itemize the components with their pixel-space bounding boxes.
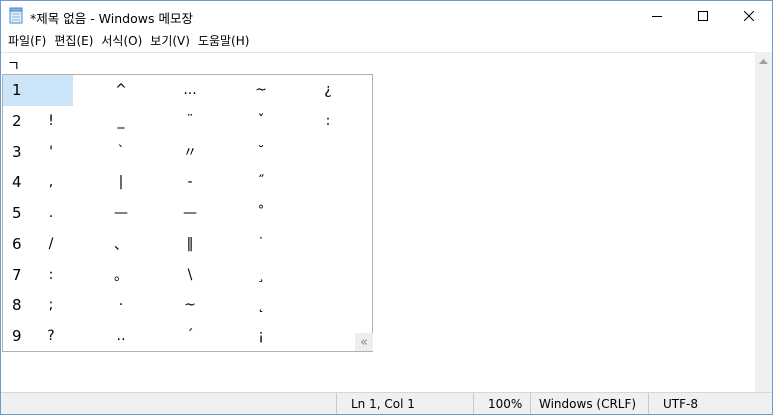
- candidate-item[interactable]: `: [109, 136, 133, 167]
- candidate-item[interactable]: ¨: [178, 106, 202, 137]
- candidate-item[interactable]: \: [178, 259, 202, 290]
- candidate-number: 5: [12, 204, 22, 223]
- candidate-item[interactable]: [316, 136, 340, 167]
- candidate-number: 2: [12, 112, 22, 131]
- title-bar[interactable]: *제목 없음 - Windows 메모장: [1, 1, 772, 31]
- candidate-item[interactable]: ~: [178, 290, 202, 321]
- candidate-row: 4 , | - ˝: [3, 167, 372, 198]
- minimize-button[interactable]: [634, 1, 680, 31]
- candidate-item[interactable]: —: [109, 198, 133, 229]
- candidate-row: 1 ^ ... ~ ¿: [3, 75, 372, 106]
- cursor-position: Ln 1, Col 1: [336, 393, 481, 414]
- close-icon: [744, 11, 754, 21]
- candidate-item[interactable]: ‥: [109, 321, 133, 352]
- menu-file[interactable]: 파일(F): [4, 31, 50, 52]
- candidate-item[interactable]: ¿: [316, 75, 340, 106]
- candidate-row: 6 / 、 ‖ ˙: [3, 229, 372, 260]
- status-bar: Ln 1, Col 1 100% Windows (CRLF) UTF-8: [1, 392, 772, 414]
- candidate-item[interactable]: ´: [178, 321, 202, 352]
- candidate-item[interactable]: ˇ: [249, 106, 273, 137]
- candidate-row: 7 : 。 \ ¸: [3, 259, 372, 290]
- candidate-item[interactable]: —: [178, 198, 202, 229]
- candidate-item[interactable]: ': [39, 136, 63, 167]
- close-button[interactable]: [726, 1, 772, 31]
- candidate-item[interactable]: [316, 290, 340, 321]
- candidate-item[interactable]: ?: [39, 321, 63, 352]
- candidate-item[interactable]: [39, 75, 63, 106]
- vertical-scrollbar[interactable]: [755, 52, 772, 392]
- line-ending: Windows (CRLF): [530, 393, 649, 414]
- menu-format[interactable]: 서식(O): [97, 31, 146, 52]
- menu-bar: 파일(F) 편집(E) 서식(O) 보기(V) 도움말(H): [1, 31, 772, 52]
- candidate-item[interactable]: -: [178, 167, 202, 198]
- maximize-button[interactable]: [680, 1, 726, 31]
- candidate-row: 3 ' ` 〃 ˘: [3, 136, 372, 167]
- candidate-number: 9: [12, 326, 22, 345]
- candidate-item[interactable]: |: [109, 167, 133, 198]
- candidate-item[interactable]: ^: [109, 75, 133, 106]
- candidate-item[interactable]: ˛: [249, 290, 273, 321]
- zoom-level: 100%: [473, 393, 538, 414]
- candidate-item[interactable]: _: [109, 106, 133, 137]
- candidate-number: 1: [12, 81, 22, 100]
- candidate-item[interactable]: [316, 167, 340, 198]
- candidate-item[interactable]: 〃: [178, 136, 202, 167]
- encoding: UTF-8: [648, 393, 763, 414]
- candidate-item[interactable]: ‖: [178, 229, 202, 260]
- candidate-item[interactable]: ˝: [249, 167, 273, 198]
- candidate-item[interactable]: ˙: [249, 229, 273, 260]
- candidate-item[interactable]: [316, 321, 340, 352]
- candidate-item[interactable]: ,: [39, 167, 63, 198]
- menu-edit[interactable]: 편집(E): [50, 31, 97, 52]
- ime-candidate-window: 1 ^ ... ~ ¿ 2 ! _ ¨ ˇ : 3 ' ` 〃 ˘ 4 , | …: [2, 74, 373, 352]
- candidate-item[interactable]: 、: [109, 229, 133, 260]
- candidate-number: 4: [12, 173, 22, 192]
- candidate-item[interactable]: ~: [249, 75, 273, 106]
- candidate-item[interactable]: 。: [109, 259, 133, 290]
- candidate-item[interactable]: :: [39, 259, 63, 290]
- candidate-item[interactable]: !: [39, 106, 63, 137]
- candidate-item[interactable]: [316, 198, 340, 229]
- candidate-page-button[interactable]: «: [355, 333, 373, 351]
- candidate-item[interactable]: [316, 229, 340, 260]
- candidate-item[interactable]: ¡: [249, 321, 273, 352]
- candidate-row: 9 ? ‥ ´ ¡: [3, 321, 372, 352]
- notepad-window: *제목 없음 - Windows 메모장 파일(F) 편집(E) 서식(O) 보…: [0, 0, 773, 415]
- candidate-row: 2 ! _ ¨ ˇ :: [3, 106, 372, 137]
- maximize-icon: [698, 11, 708, 21]
- scroll-corner: [755, 375, 772, 392]
- menu-help[interactable]: 도움말(H): [194, 31, 254, 52]
- minimize-icon: [652, 11, 662, 21]
- candidate-item[interactable]: ¸: [249, 259, 273, 290]
- candidate-number: 3: [12, 142, 22, 161]
- scroll-up-icon[interactable]: [755, 52, 772, 69]
- candidate-item[interactable]: ·: [109, 290, 133, 321]
- menu-view[interactable]: 보기(V): [146, 31, 194, 52]
- candidate-item[interactable]: ...: [178, 75, 202, 106]
- candidate-item[interactable]: ˚: [249, 198, 273, 229]
- candidate-item[interactable]: /: [39, 229, 63, 260]
- notepad-icon: [9, 7, 24, 24]
- window-title: *제목 없음 - Windows 메모장: [30, 11, 193, 26]
- candidate-item[interactable]: ;: [39, 290, 63, 321]
- candidate-number: 8: [12, 296, 22, 315]
- candidate-item[interactable]: .: [39, 198, 63, 229]
- candidate-number: 6: [12, 234, 22, 253]
- editor-content: ㄱ: [7, 59, 20, 75]
- candidate-item[interactable]: :: [316, 106, 340, 137]
- candidate-number: 7: [12, 265, 22, 284]
- candidate-item[interactable]: ˘: [249, 136, 273, 167]
- candidate-item[interactable]: [316, 259, 340, 290]
- candidate-row: 8 ; · ~ ˛: [3, 290, 372, 321]
- candidate-row: 5 . — — ˚: [3, 198, 372, 229]
